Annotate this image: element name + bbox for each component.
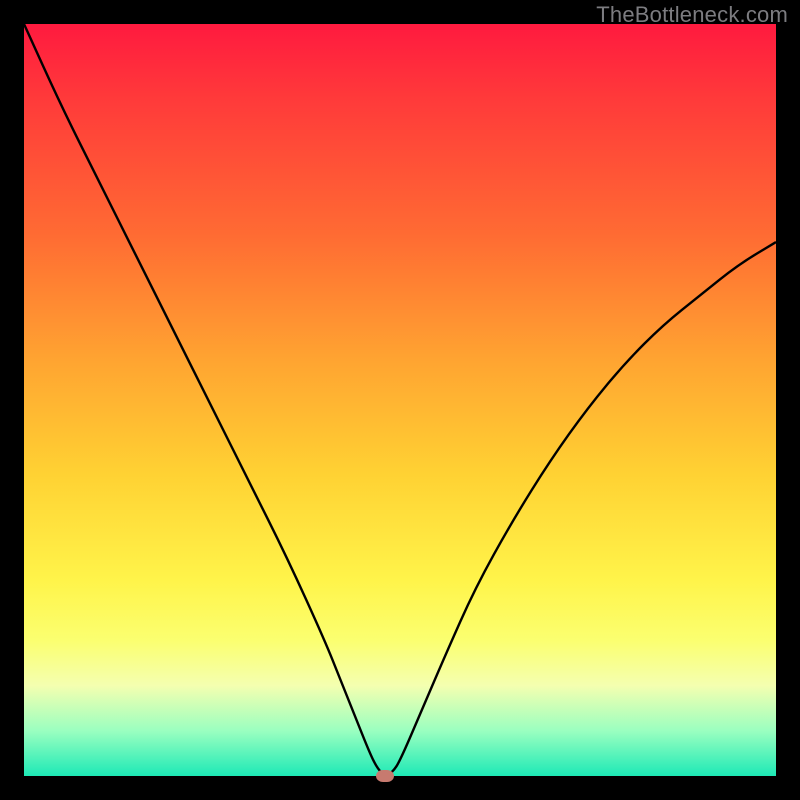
optimum-marker <box>376 770 394 782</box>
watermark-text: TheBottleneck.com <box>596 2 788 28</box>
bottleneck-curve <box>24 24 776 776</box>
chart-frame: TheBottleneck.com <box>0 0 800 800</box>
chart-plot-area <box>24 24 776 776</box>
curve-path <box>24 24 776 775</box>
